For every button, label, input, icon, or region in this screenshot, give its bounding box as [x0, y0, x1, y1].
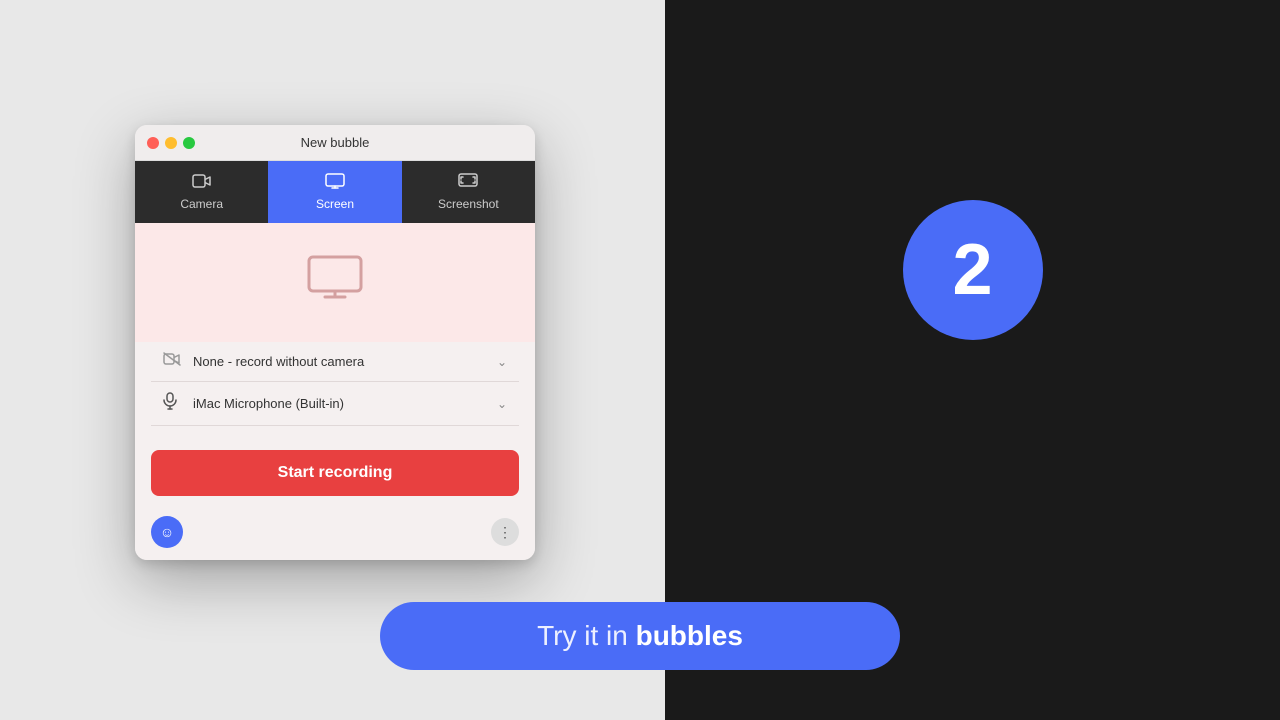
screenshot-icon — [458, 173, 478, 193]
microphone-value: iMac Microphone (Built-in) — [193, 396, 487, 411]
avatar-button[interactable]: ☺ — [151, 516, 183, 548]
tab-screenshot-label: Screenshot — [438, 197, 499, 211]
window-footer: ☺ ⋮ — [135, 508, 535, 560]
window-controls — [147, 137, 195, 149]
cta-bold-text: bubbles — [636, 620, 743, 651]
tab-camera-label: Camera — [180, 197, 223, 211]
window-title: New bubble — [301, 135, 370, 150]
more-options-button[interactable]: ⋮ — [491, 518, 519, 546]
step-number-circle: 2 — [903, 200, 1043, 340]
microphone-icon — [163, 392, 183, 415]
camera-chevron-icon: ⌄ — [497, 355, 507, 369]
minimize-button[interactable] — [165, 137, 177, 149]
screen-preview — [135, 223, 535, 342]
camera-value: None - record without camera — [193, 354, 487, 369]
close-button[interactable] — [147, 137, 159, 149]
ellipsis-icon: ⋮ — [498, 524, 512, 541]
titlebar: New bubble — [135, 125, 535, 161]
camera-icon — [192, 173, 212, 193]
screen-icon — [325, 173, 345, 193]
camera-dropdown[interactable]: None - record without camera ⌄ — [151, 342, 519, 382]
avatar-icon: ☺ — [160, 524, 174, 540]
maximize-button[interactable] — [183, 137, 195, 149]
tab-bar: Camera Screen — [135, 161, 535, 223]
preview-monitor-icon — [305, 253, 365, 312]
microphone-chevron-icon: ⌄ — [497, 397, 507, 411]
cta-text: Try it in bubbles — [537, 620, 743, 652]
tab-camera[interactable]: Camera — [135, 161, 268, 223]
no-camera-icon — [163, 352, 183, 371]
microphone-dropdown[interactable]: iMac Microphone (Built-in) ⌄ — [151, 382, 519, 426]
step-number: 2 — [952, 229, 992, 311]
tab-screen-label: Screen — [316, 197, 354, 211]
app-window: New bubble Camera — [135, 125, 535, 560]
tab-screenshot[interactable]: Screenshot — [402, 161, 535, 223]
cta-regular-text: Try it in — [537, 620, 636, 651]
start-recording-button[interactable]: Start recording — [151, 450, 519, 496]
tab-screen[interactable]: Screen — [268, 161, 401, 223]
settings-section: None - record without camera ⌄ iMac Micr… — [135, 342, 535, 438]
cta-banner[interactable]: Try it in bubbles — [380, 602, 900, 670]
